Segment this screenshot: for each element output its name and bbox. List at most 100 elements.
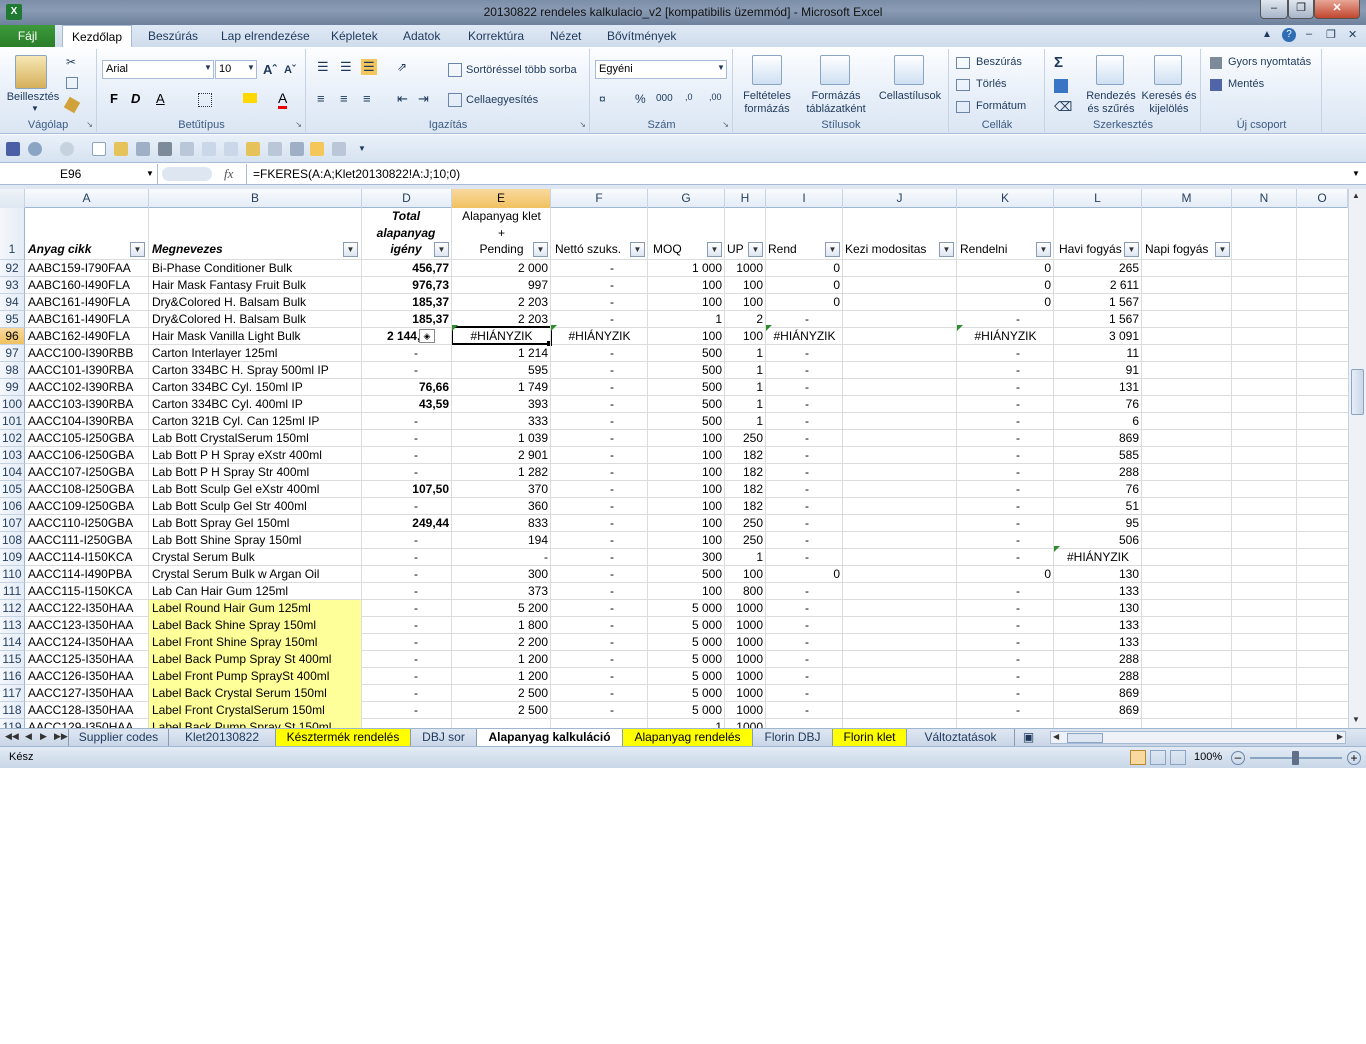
cell-b[interactable]: Label Back Pump Spray St 150ml — [149, 719, 362, 728]
cell-l[interactable]: 585 — [1054, 447, 1142, 464]
cell-l[interactable]: 133 — [1054, 583, 1142, 600]
doc-close-icon[interactable]: ✕ — [1348, 28, 1357, 41]
cell-l[interactable] — [1054, 719, 1142, 728]
column-header-i[interactable]: I — [766, 189, 843, 208]
cell-d[interactable]: 976,73 — [362, 277, 452, 294]
cell-d[interactable]: - — [362, 549, 452, 566]
tab-data[interactable]: Adatok — [395, 25, 448, 47]
cell-d[interactable]: 456,77 — [362, 260, 452, 277]
cell-e[interactable]: 1 749 — [452, 379, 551, 396]
column-header-h[interactable]: H — [725, 189, 766, 208]
vertical-scrollbar[interactable]: ▲ ▼ — [1348, 189, 1366, 728]
cell-k[interactable]: - — [957, 345, 1054, 362]
cell-l[interactable]: 131 — [1054, 379, 1142, 396]
qat-redo-icon[interactable] — [60, 142, 74, 156]
format-painter-icon[interactable] — [63, 96, 81, 114]
tab-review[interactable]: Korrektúra — [460, 25, 532, 47]
filter-a-icon[interactable]: ▼ — [130, 242, 145, 257]
cell-b[interactable]: Label Front Pump SpraySt 400ml — [149, 668, 362, 685]
zoom-level[interactable]: 100% — [1194, 751, 1222, 763]
cell-k[interactable]: - — [957, 396, 1054, 413]
row-header[interactable]: 113 — [0, 617, 25, 634]
cell-a[interactable]: AABC160-I490FLA — [25, 277, 149, 294]
worksheet-grid[interactable]: A B D E F G H I J K L M N O 1 Anyag cikk… — [0, 189, 1348, 728]
cell-k[interactable]: 0 — [957, 277, 1054, 294]
row-header[interactable]: 96 — [0, 328, 25, 345]
thousands-icon[interactable]: 000 — [656, 93, 673, 104]
cell-l[interactable]: 6 — [1054, 413, 1142, 430]
row-header[interactable]: 100 — [0, 396, 25, 413]
cell-a[interactable]: AACC109-I250GBA — [25, 498, 149, 515]
cell-b[interactable]: Hair Mask Fantasy Fruit Bulk — [149, 277, 362, 294]
scroll-down-icon[interactable]: ▼ — [1352, 715, 1360, 724]
cell-k[interactable]: - — [957, 447, 1054, 464]
cell-k[interactable]: - — [957, 311, 1054, 328]
filter-f-icon[interactable]: ▼ — [630, 242, 645, 257]
cell-i[interactable]: - — [766, 498, 843, 515]
cell-k[interactable]: - — [957, 634, 1054, 651]
sheet-tab-valtoztatasok[interactable]: Változtatások — [906, 729, 1014, 746]
cell-a[interactable]: AABC161-I490FLA — [25, 294, 149, 311]
cell-f[interactable]: - — [551, 685, 648, 702]
cell-l[interactable]: 869 — [1054, 702, 1142, 719]
clear-icon[interactable]: ⌫ — [1054, 99, 1072, 115]
cell-g[interactable]: 100 — [648, 498, 725, 515]
tab-view[interactable]: Nézet — [542, 25, 589, 47]
cell-d[interactable]: - — [362, 600, 452, 617]
cell-i[interactable]: - — [766, 583, 843, 600]
insert-sheet-icon[interactable]: ▣ — [1014, 729, 1042, 746]
cell-l[interactable]: 91 — [1054, 362, 1142, 379]
sort-filter-label-2[interactable]: és szűrés — [1082, 103, 1140, 115]
cell-g[interactable]: 100 — [648, 515, 725, 532]
format-as-table-icon[interactable] — [820, 55, 850, 85]
row-header[interactable]: 111 — [0, 583, 25, 600]
cell-k[interactable]: - — [957, 362, 1054, 379]
align-middle-icon[interactable]: ☰ — [340, 59, 352, 75]
cell-d[interactable]: - — [362, 685, 452, 702]
cell-l[interactable]: 869 — [1054, 430, 1142, 447]
cell-k[interactable]: - — [957, 617, 1054, 634]
qat-new-icon[interactable] — [92, 142, 106, 156]
row-header[interactable]: 105 — [0, 481, 25, 498]
cell-i[interactable]: - — [766, 311, 843, 328]
cell-f[interactable]: - — [551, 311, 648, 328]
cell-g[interactable]: 5 000 — [648, 702, 725, 719]
cell-e[interactable]: 393 — [452, 396, 551, 413]
cell-a[interactable]: AACC100-I390RBB — [25, 345, 149, 362]
cell-b[interactable]: Label Round Hair Gum 125ml — [149, 600, 362, 617]
align-right-icon[interactable]: ≡ — [363, 91, 371, 106]
cell-h[interactable]: 1000 — [725, 685, 766, 702]
cell-e[interactable]: 1 214 — [452, 345, 551, 362]
cell-f[interactable]: - — [551, 413, 648, 430]
cell-i[interactable]: 0 — [766, 566, 843, 583]
cell-g[interactable]: 100 — [648, 447, 725, 464]
cell-h[interactable]: 1000 — [725, 651, 766, 668]
qat-undo-icon[interactable] — [28, 142, 42, 156]
cell-d[interactable] — [362, 719, 452, 728]
horizontal-scrollbar[interactable]: ◀ ▶ — [1050, 731, 1346, 744]
collapse-ribbon-icon[interactable]: ▲ — [1262, 29, 1274, 41]
increase-decimal-icon[interactable]: ,0 — [685, 92, 693, 102]
cell-h[interactable]: 1 — [725, 413, 766, 430]
qat-folder-icon[interactable] — [246, 142, 260, 156]
paste-icon[interactable] — [15, 55, 47, 89]
first-sheet-icon[interactable]: ◀◀ — [5, 731, 19, 742]
cell-h[interactable]: 182 — [725, 481, 766, 498]
select-all-corner[interactable] — [0, 189, 25, 208]
cell-a[interactable]: AACC103-I390RBA — [25, 396, 149, 413]
quick-print-icon[interactable] — [1210, 57, 1222, 69]
cell-h[interactable]: 1000 — [725, 702, 766, 719]
filter-d-icon[interactable]: ▼ — [434, 242, 449, 257]
cell-h[interactable]: 100 — [725, 277, 766, 294]
close-button[interactable]: ✕ — [1314, 0, 1360, 19]
cell-f[interactable]: - — [551, 532, 648, 549]
zoom-out-icon[interactable]: – — [1231, 751, 1245, 765]
tab-formulas[interactable]: Képletek — [323, 25, 386, 47]
find-select-label-2[interactable]: kijelölés — [1138, 103, 1200, 115]
cell-i[interactable]: - — [766, 515, 843, 532]
cell-h[interactable]: 100 — [725, 328, 766, 345]
cell-a[interactable]: AACC105-I250GBA — [25, 430, 149, 447]
cell-i[interactable]: - — [766, 617, 843, 634]
column-header-n[interactable]: N — [1232, 189, 1297, 208]
cell-f[interactable]: - — [551, 549, 648, 566]
